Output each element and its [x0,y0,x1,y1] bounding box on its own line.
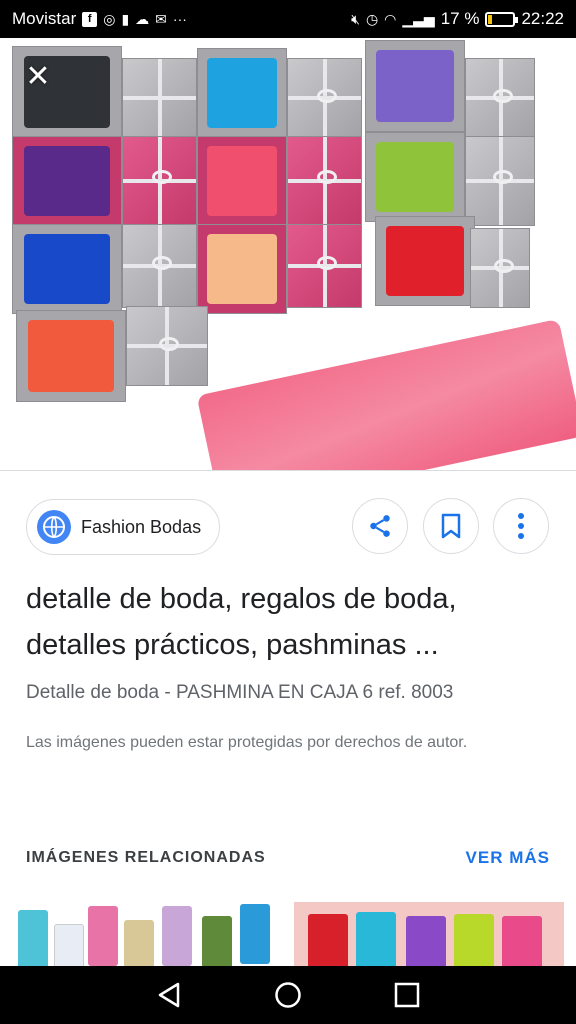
scarf [502,916,542,966]
hero-divider [0,470,576,471]
source-site-name: Fashion Bodas [81,516,202,537]
globe-icon [37,510,71,544]
gift-box [16,310,126,402]
gift-box-lid [470,228,530,308]
pink-pashmina [196,318,576,470]
share-button[interactable] [352,498,408,554]
gift-box-lid [122,224,197,308]
home-circle-icon [275,982,301,1008]
scarf [27,320,115,392]
alarm-icon: ◷ [365,11,379,27]
save-button[interactable] [423,498,479,554]
related-image-thumbnail[interactable] [294,902,564,966]
scarf [18,910,48,966]
status-bar: Movistar f ◎ ▮ ☁ ✉ ··· 🔇︎ ◷ ◠ ▁▃▅ 17 % 2… [0,0,576,38]
scarf [406,916,446,966]
battery-percent: 17 % [440,9,480,28]
scarf [23,145,111,217]
related-header: IMÁGENES RELACIONADAS VER MÁS [26,846,550,870]
related-images-title: IMÁGENES RELACIONADAS [26,849,266,866]
gift-box-lid [126,306,208,386]
scarf [54,924,84,966]
battery-fill [488,14,493,24]
gift-box [12,224,122,314]
source-chip[interactable]: Fashion Bodas [26,499,221,555]
gift-box-lid [122,58,197,138]
scarf [202,916,232,966]
gift-box-lid [465,136,535,226]
recents-square-icon [394,982,419,1008]
result-image[interactable]: ✕ [0,38,576,470]
home-button[interactable] [263,970,313,1020]
gift-box [197,224,287,314]
scarf [206,233,278,305]
gift-box-lid [122,136,197,226]
wifi-icon: ◠ [384,11,397,27]
gift-box [365,132,465,222]
mail-icon: ✉ [155,11,167,27]
gift-box-lid [287,224,362,308]
status-left: Movistar f ◎ ▮ ☁ ✉ ··· [12,9,187,29]
source-row: Fashion Bodas [26,498,550,556]
scarf [23,233,111,305]
gift-box-lid [287,136,362,226]
scarf [162,906,192,966]
back-triangle-icon [159,982,180,1008]
more-vert-icon [518,513,524,539]
more-options-button[interactable] [493,498,549,554]
gift-box [12,136,122,226]
clock: 22:22 [521,9,564,28]
gift-box [365,40,465,132]
alert-icon: ▮ [121,11,130,27]
scarf [206,57,278,129]
scarf [240,904,270,964]
scarf [206,145,278,217]
gift-box [375,216,475,306]
share-icon [370,515,390,537]
gift-box-lid [465,58,535,138]
navigation-bar [0,966,576,1024]
chrome-icon: ◎ [103,11,116,27]
more-notifications-icon: ··· [172,11,187,27]
scarf [375,141,455,213]
bookmark-icon [441,513,461,539]
battery-icon [485,11,519,27]
see-more-link[interactable]: VER MÁS [466,848,550,868]
status-right: 🔇︎ ◷ ◠ ▁▃▅ 17 % 22:22 [351,9,564,29]
result-subtitle: Detalle de boda - PASHMINA EN CAJA 6 ref… [26,682,454,703]
copyright-notice: Las imágenes pueden estar protegidas por… [26,734,468,751]
related-image-thumbnail[interactable] [12,902,280,966]
scarf [88,906,118,966]
scarf [375,50,455,122]
scarf [356,912,396,966]
carrier-label: Movistar [12,9,77,28]
scarf [454,914,494,966]
recents-button[interactable] [382,970,432,1020]
gift-box [197,48,287,138]
scarf [308,914,348,966]
signal-icon: ▁▃▅ [402,11,435,27]
facebook-icon: f [82,11,98,27]
scarf [124,920,154,966]
cloud-icon: ☁ [135,11,150,27]
close-icon[interactable]: ✕ [18,56,58,96]
gift-box [197,136,287,226]
scarf [385,225,465,297]
gift-box-lid [287,58,362,138]
mute-icon: 🔇︎ [351,11,360,27]
back-button[interactable] [144,970,194,1020]
result-title[interactable]: detalle de boda, regalos de boda, detall… [26,576,550,668]
